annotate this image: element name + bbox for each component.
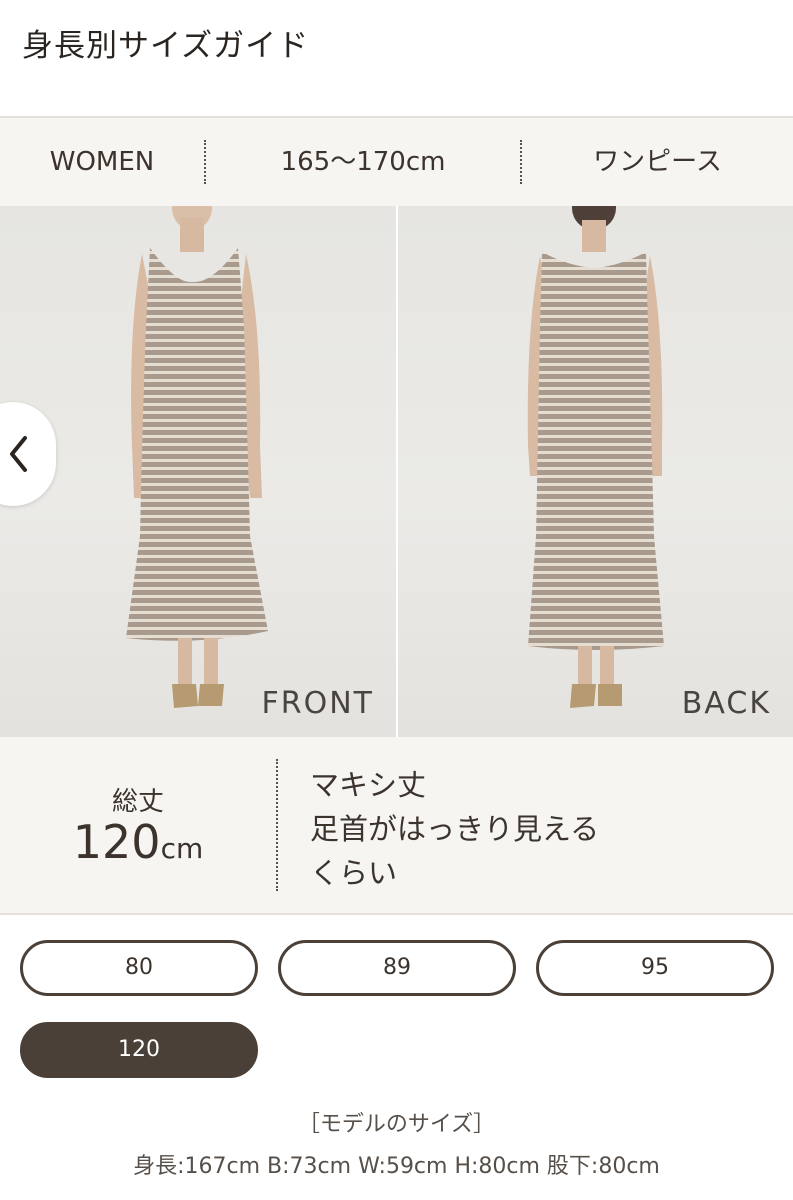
length-info-panel: 総丈 120cm マキシ丈 足首がはっきり見える くらい — [0, 737, 793, 913]
size-button-120[interactable]: 120 — [20, 1022, 258, 1078]
description-line: くらい — [310, 856, 398, 890]
info-bottom-divider — [0, 913, 793, 915]
front-photo: FRONT — [0, 206, 396, 737]
back-model-image — [527, 206, 664, 708]
length-value: 120cm — [0, 815, 276, 869]
filter-bar: WOMEN 165〜170cm ワンピース — [0, 118, 793, 206]
photo-gallery: FRONT BACK — [0, 206, 793, 737]
page-title: 身長別サイズガイド — [22, 28, 310, 64]
description-line: マキシ丈 — [310, 768, 427, 802]
chevron-left-icon — [10, 436, 27, 472]
back-label: BACK — [681, 686, 771, 721]
size-button-89[interactable]: 89 — [278, 940, 516, 996]
size-button-80[interactable]: 80 — [20, 940, 258, 996]
length-number: 120 — [72, 815, 161, 869]
page-header: 身長別サイズガイド — [0, 0, 793, 116]
filter-gender: WOMEN — [49, 147, 155, 177]
length-unit: cm — [160, 832, 204, 865]
info-divider — [276, 759, 278, 891]
length-description: マキシ丈 足首がはっきり見える くらい — [310, 763, 599, 895]
description-line: 足首がはっきり見える — [310, 812, 600, 846]
model-size-heading: ［モデルのサイズ］ — [297, 1112, 496, 1137]
back-photo: BACK — [398, 206, 793, 737]
filter-category: ワンピース — [593, 147, 722, 177]
filter-height: 165〜170cm — [280, 147, 446, 177]
model-size-stats: 身長:167cm B:73cm W:59cm H:80cm 股下:80cm — [133, 1154, 660, 1179]
front-label: FRONT — [261, 686, 374, 721]
front-model-image — [126, 206, 268, 708]
size-button-95[interactable]: 95 — [536, 940, 774, 996]
length-label: 総丈 — [111, 787, 164, 817]
